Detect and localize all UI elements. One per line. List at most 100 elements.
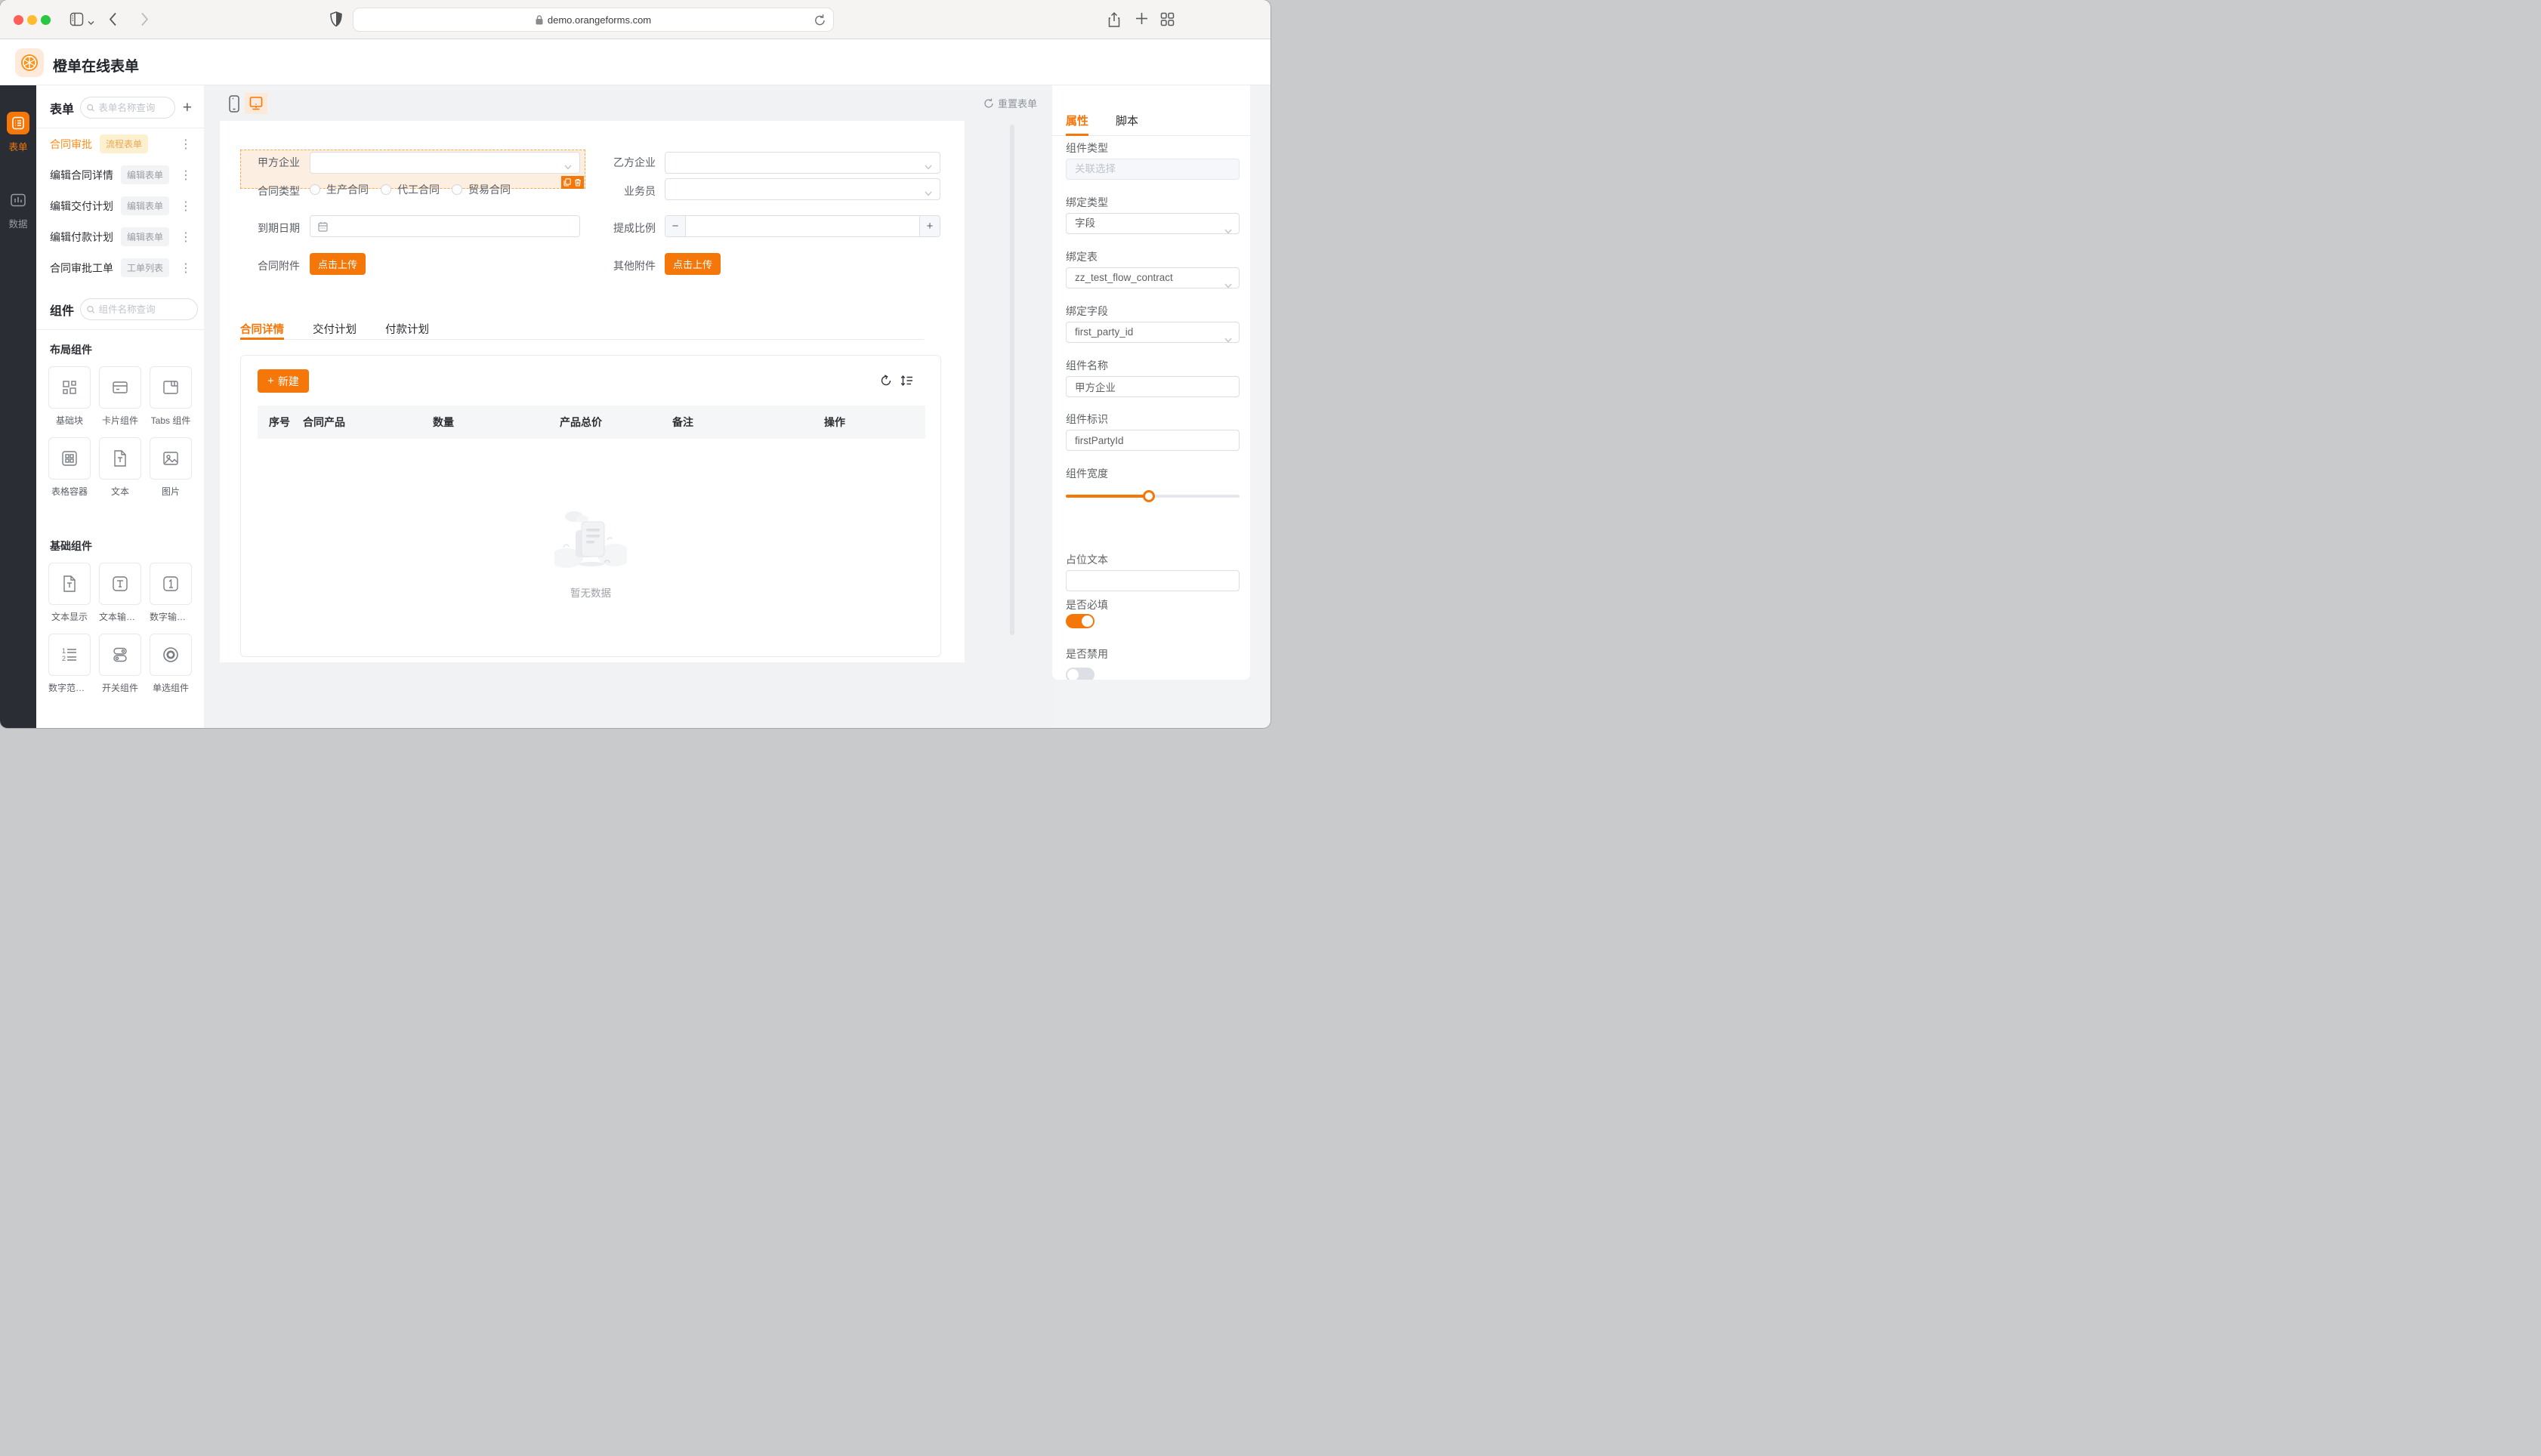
component-basic-block[interactable]: 基础块 xyxy=(48,366,91,427)
desktop-preview-icon[interactable] xyxy=(245,93,267,114)
form-name: 编辑合同详情 xyxy=(50,168,113,181)
nav-rail: 表单 数据 xyxy=(0,85,36,728)
component-width-slider[interactable] xyxy=(1066,490,1240,502)
form-name: 编辑交付计划 xyxy=(50,199,113,212)
toggle-knob xyxy=(1067,669,1079,680)
table-refresh-icon[interactable] xyxy=(880,375,892,390)
tab-script[interactable]: 脚本 xyxy=(1116,113,1138,128)
reset-form-button[interactable]: 重置表单 xyxy=(983,85,1037,121)
component-number-range[interactable]: 12 数字范围... xyxy=(48,634,91,694)
radio-option[interactable]: 代工合同 xyxy=(381,182,440,197)
component-actions xyxy=(561,176,584,189)
disabled-toggle[interactable] xyxy=(1066,668,1095,680)
form-name: 合同审批工单 xyxy=(50,261,113,274)
table-container-icon xyxy=(62,451,77,466)
form-menu-icon[interactable]: ⋮ xyxy=(177,168,195,183)
chevron-down-icon xyxy=(1224,330,1232,350)
sidebar-icon[interactable] xyxy=(69,12,84,30)
components-panel-header: 组件 xyxy=(36,283,204,329)
column-header: 操作 xyxy=(824,416,845,428)
tab-contract-detail[interactable]: 合同详情 xyxy=(240,321,284,337)
component-text-input[interactable]: 文本输入框 xyxy=(99,563,141,623)
number-input-icon xyxy=(163,576,178,591)
form-menu-icon[interactable]: ⋮ xyxy=(177,137,195,152)
component-number-input[interactable]: 数字输入框 xyxy=(150,563,192,623)
placeholder-text-input[interactable] xyxy=(1066,570,1240,591)
component-search-input[interactable] xyxy=(98,304,191,315)
mobile-preview-icon[interactable] xyxy=(229,95,239,116)
prop-label: 是否必填 xyxy=(1066,599,1108,611)
salesman-select[interactable] xyxy=(665,178,940,200)
tab-properties[interactable]: 属性 xyxy=(1066,113,1088,128)
bind-table-select[interactable]: zz_test_flow_contract xyxy=(1066,267,1240,288)
form-list-item[interactable]: 编辑合同详情 编辑表单 ⋮ xyxy=(36,159,204,190)
rail-item-data[interactable]: 数据 xyxy=(0,189,36,230)
form-list-item[interactable]: 编辑付款计划 编辑表单 ⋮ xyxy=(36,221,204,252)
canvas-scrollbar[interactable] xyxy=(1010,125,1014,635)
radio-option[interactable]: 贸易合同 xyxy=(452,182,511,197)
shield-icon[interactable] xyxy=(330,11,342,31)
component-card[interactable]: 卡片组件 xyxy=(99,366,141,427)
table-sort-icon[interactable] xyxy=(900,375,913,390)
field-label: 提成比例 xyxy=(613,222,656,234)
zoom-window-button[interactable] xyxy=(41,14,51,25)
required-toggle[interactable] xyxy=(1066,614,1095,628)
bind-field-select[interactable]: first_party_id xyxy=(1066,322,1240,343)
component-name-input[interactable] xyxy=(1066,376,1240,397)
switch-component-icon xyxy=(113,647,127,662)
tab-overview-icon[interactable] xyxy=(1160,12,1175,30)
contract-upload-button[interactable]: 点击上传 xyxy=(310,253,366,275)
form-list-item[interactable]: 合同审批工单 工单列表 ⋮ xyxy=(36,252,204,283)
number-value[interactable] xyxy=(686,216,919,236)
component-table-container[interactable]: 表格容器 xyxy=(48,437,91,498)
tab-payment-plan[interactable]: 付款计划 xyxy=(385,321,429,337)
slider-fill xyxy=(1066,495,1150,498)
canvas-region: 重置表单 甲方企业 乙方企业 合同类型 生产合同 代工合同 贸易合同 业务员 到… xyxy=(204,85,1052,728)
prop-label: 组件标识 xyxy=(1066,413,1108,425)
component-id-input[interactable] xyxy=(1066,430,1240,451)
second-party-select[interactable] xyxy=(665,152,940,174)
form-list-item[interactable]: 编辑交付计划 编辑表单 ⋮ xyxy=(36,190,204,221)
bind-type-select[interactable]: 字段 xyxy=(1066,213,1240,234)
form-menu-icon[interactable]: ⋮ xyxy=(177,230,195,245)
form-menu-icon[interactable]: ⋮ xyxy=(177,199,195,214)
url-bar[interactable]: demo.orangeforms.com xyxy=(353,8,834,32)
first-party-select[interactable] xyxy=(310,152,580,174)
form-list-item[interactable]: 合同审批 流程表单 ⋮ xyxy=(36,128,204,159)
chevron-down-icon[interactable] xyxy=(88,16,94,29)
commission-number-input[interactable]: − + xyxy=(665,215,940,237)
form-menu-icon[interactable]: ⋮ xyxy=(177,261,195,276)
form-canvas: 甲方企业 乙方企业 合同类型 生产合同 代工合同 贸易合同 业务员 到期日期 提… xyxy=(220,121,965,662)
component-switch[interactable]: 开关组件 xyxy=(99,634,141,694)
component-radio[interactable]: 单选组件 xyxy=(150,634,192,694)
component-tabs[interactable]: Tabs 组件 xyxy=(150,366,192,427)
component-text-display[interactable]: 文本显示 xyxy=(48,563,91,623)
due-date-input[interactable] xyxy=(310,215,580,237)
forward-button[interactable] xyxy=(140,12,149,30)
form-search-input[interactable] xyxy=(98,102,168,113)
other-upload-button[interactable]: 点击上传 xyxy=(665,253,721,275)
add-form-button[interactable]: + xyxy=(181,100,198,116)
back-button[interactable] xyxy=(109,12,117,30)
copy-icon[interactable] xyxy=(563,178,571,187)
decrement-button[interactable]: − xyxy=(665,216,686,236)
new-row-button[interactable]: + 新建 xyxy=(258,369,309,393)
close-window-button[interactable] xyxy=(14,14,23,25)
component-image[interactable]: 图片 xyxy=(150,437,192,498)
slider-thumb[interactable] xyxy=(1143,490,1156,502)
component-text[interactable]: 文本 xyxy=(99,437,141,498)
field-label: 业务员 xyxy=(624,185,656,197)
rail-item-forms[interactable]: 表单 xyxy=(0,112,36,153)
chevron-down-icon xyxy=(925,187,932,200)
delete-icon[interactable] xyxy=(574,178,582,187)
radio-option[interactable]: 生产合同 xyxy=(310,182,369,197)
form-search-box[interactable] xyxy=(80,97,175,119)
reload-icon[interactable] xyxy=(814,14,826,29)
share-icon[interactable] xyxy=(1107,12,1121,32)
tab-delivery-plan[interactable]: 交付计划 xyxy=(313,321,357,337)
search-icon xyxy=(87,103,94,112)
component-search-box[interactable] xyxy=(80,298,198,320)
increment-button[interactable]: + xyxy=(919,216,940,236)
new-tab-icon[interactable] xyxy=(1135,11,1149,29)
minimize-window-button[interactable] xyxy=(27,14,37,25)
